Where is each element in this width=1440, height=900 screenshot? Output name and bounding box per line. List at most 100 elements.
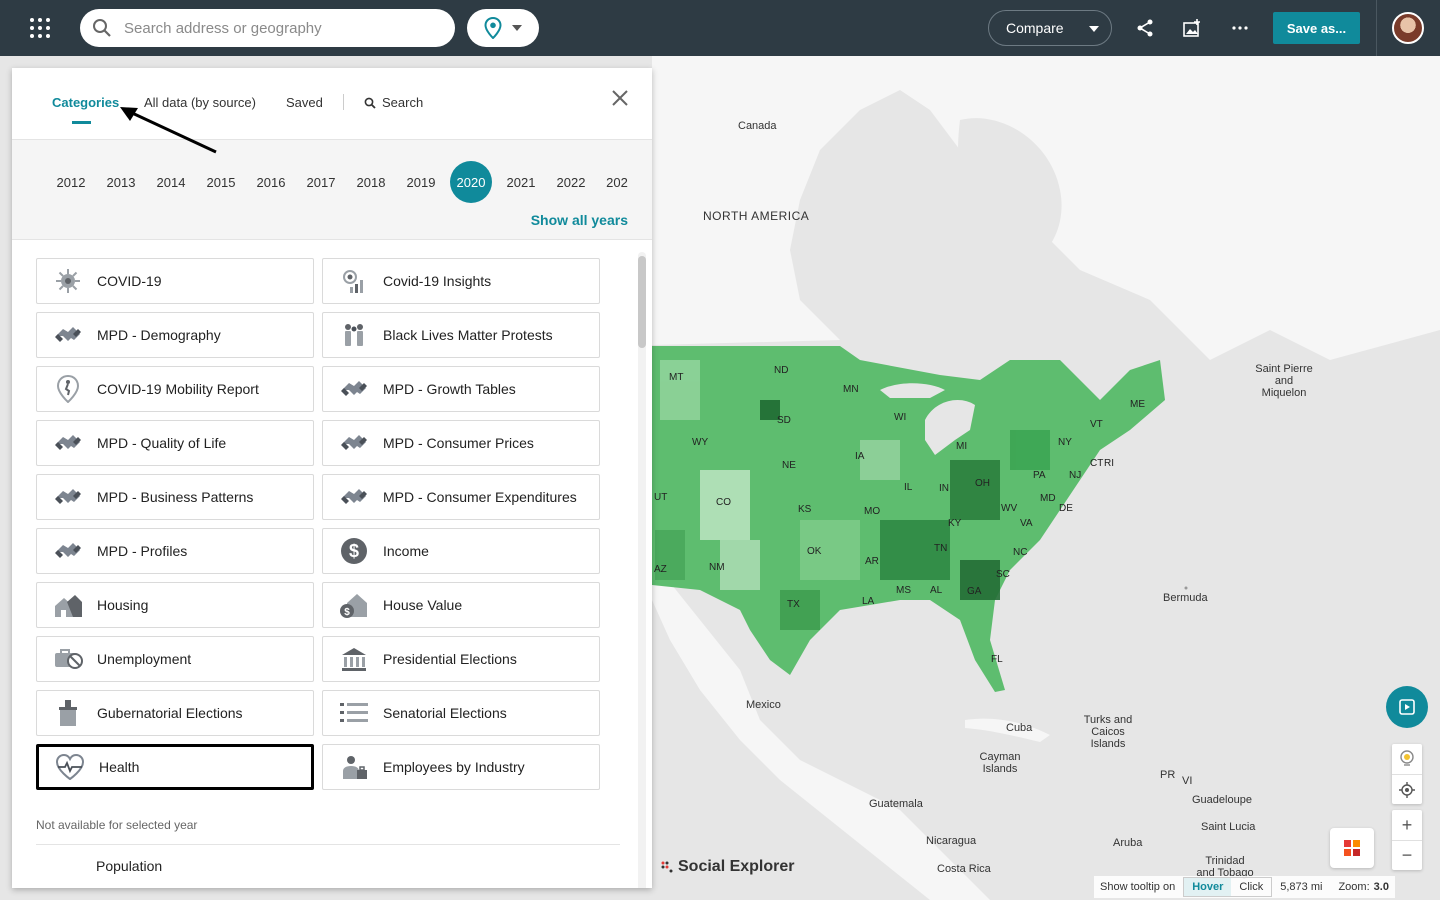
category-label: MPD - Growth Tables bbox=[383, 381, 516, 397]
category-label: MPD - Consumer Expenditures bbox=[383, 489, 577, 505]
year-option[interactable]: 2014 bbox=[150, 161, 192, 203]
zoom-in-icon[interactable]: + bbox=[1392, 810, 1422, 840]
presentation-button[interactable] bbox=[1386, 686, 1428, 728]
handshake-icon bbox=[53, 536, 83, 566]
category-label: MPD - Consumer Prices bbox=[383, 435, 534, 451]
click-option[interactable]: Click bbox=[1231, 878, 1271, 896]
search-input[interactable] bbox=[124, 19, 424, 37]
category-card-employees-by-industry[interactable]: Employees by Industry bbox=[322, 744, 600, 790]
category-label: MPD - Profiles bbox=[97, 543, 188, 559]
map-label-guadeloupe: Guadeloupe bbox=[1192, 794, 1252, 806]
map-label-turks-caicos: Turks and Caicos Islands bbox=[1083, 714, 1133, 750]
category-card-presidential-elections[interactable]: Presidential Elections bbox=[322, 636, 600, 682]
mobility-pin-icon bbox=[53, 374, 83, 404]
close-icon[interactable] bbox=[610, 88, 630, 108]
category-card-black-lives-matter-protests[interactable]: Black Lives Matter Protests bbox=[322, 312, 600, 358]
save-as-button[interactable]: Save as... bbox=[1273, 12, 1360, 44]
category-label: Senatorial Elections bbox=[383, 705, 507, 721]
category-card-mpd-demography[interactable]: MPD - Demography bbox=[36, 312, 314, 358]
legend-button[interactable] bbox=[1330, 828, 1374, 868]
category-label: House Value bbox=[383, 597, 463, 613]
category-card-covid-19[interactable]: COVID-19 bbox=[36, 258, 314, 304]
brand-text: Social Explorer bbox=[678, 858, 795, 875]
map-label-cayman: Cayman Islands bbox=[979, 751, 1021, 775]
search-box[interactable] bbox=[80, 9, 455, 47]
scrollbar-thumb[interactable] bbox=[638, 256, 646, 348]
map-label-vi: VI bbox=[1182, 775, 1193, 787]
zoom-out-icon[interactable]: − bbox=[1392, 840, 1422, 870]
category-label: MPD - Quality of Life bbox=[97, 435, 227, 451]
category-card-health[interactable]: Health bbox=[36, 744, 314, 790]
chevron-down-icon bbox=[512, 25, 522, 31]
tab-saved[interactable]: Saved bbox=[286, 95, 323, 110]
state-label: CO bbox=[716, 497, 731, 508]
category-card-covid-19-insights[interactable]: Covid-19 Insights bbox=[322, 258, 600, 304]
year-option[interactable]: 2018 bbox=[350, 161, 392, 203]
year-option[interactable]: 2016 bbox=[250, 161, 292, 203]
category-label: Employees by Industry bbox=[383, 759, 525, 775]
category-card-housing[interactable]: Housing bbox=[36, 582, 314, 628]
category-label: Black Lives Matter Protests bbox=[383, 327, 553, 343]
state-label: MN bbox=[843, 384, 859, 395]
apps-grid-icon[interactable] bbox=[26, 14, 54, 42]
handshake-icon bbox=[53, 482, 83, 512]
more-options-icon[interactable] bbox=[1228, 16, 1252, 40]
category-card-mpd-consumer-expenditures[interactable]: MPD - Consumer Expenditures bbox=[322, 474, 600, 520]
category-card-gubernatorial-elections[interactable]: Gubernatorial Elections bbox=[36, 690, 314, 736]
state-label: MO bbox=[864, 506, 881, 517]
map-label-canada: Canada bbox=[738, 120, 777, 132]
unavailable-category-population: Population bbox=[96, 858, 163, 874]
tab-separator bbox=[343, 94, 344, 110]
year-option[interactable]: 2019 bbox=[400, 161, 442, 203]
location-dropdown-button[interactable] bbox=[467, 9, 539, 47]
lightbulb-pin-icon[interactable] bbox=[1392, 744, 1422, 774]
category-card-senatorial-elections[interactable]: Senatorial Elections bbox=[322, 690, 600, 736]
user-avatar[interactable] bbox=[1392, 12, 1424, 44]
state-label: AZ bbox=[654, 564, 667, 575]
year-option[interactable]: 202 bbox=[596, 161, 638, 203]
compare-button[interactable]: Compare bbox=[988, 10, 1112, 46]
year-option[interactable]: 2021 bbox=[500, 161, 542, 203]
worker-icon bbox=[339, 752, 369, 782]
category-card-income[interactable]: $ Income bbox=[322, 528, 600, 574]
state-label: MS bbox=[896, 585, 911, 596]
hover-option[interactable]: Hover bbox=[1184, 878, 1232, 896]
handshake-icon bbox=[339, 374, 369, 404]
state-label: WY bbox=[692, 437, 709, 448]
house-value-icon: $ bbox=[339, 590, 369, 620]
category-card-mpd-profiles[interactable]: MPD - Profiles bbox=[36, 528, 314, 574]
category-card-unemployment[interactable]: Unemployment bbox=[36, 636, 314, 682]
year-option-selected[interactable]: 2020 bbox=[450, 161, 492, 203]
category-label: Housing bbox=[97, 597, 149, 613]
search-icon bbox=[364, 97, 376, 109]
map-label-bermuda: Bermuda bbox=[1163, 592, 1208, 604]
map-label-nicaragua: Nicaragua bbox=[926, 835, 977, 847]
year-option[interactable]: 2017 bbox=[300, 161, 342, 203]
location-pin-icon bbox=[484, 17, 502, 39]
tab-categories[interactable]: Categories bbox=[52, 95, 119, 110]
year-option[interactable]: 2013 bbox=[100, 161, 142, 203]
svg-text:$: $ bbox=[349, 541, 359, 561]
state-label: AR bbox=[865, 556, 879, 567]
category-card-mpd-quality-of-life[interactable]: MPD - Quality of Life bbox=[36, 420, 314, 466]
state-label: MD bbox=[1040, 493, 1056, 504]
category-card-covid-19-mobility-report[interactable]: COVID-19 Mobility Report bbox=[36, 366, 314, 412]
category-card-mpd-business-patterns[interactable]: MPD - Business Patterns bbox=[36, 474, 314, 520]
year-option[interactable]: 2012 bbox=[50, 161, 92, 203]
toolbar-divider bbox=[1376, 0, 1377, 56]
category-card-house-value[interactable]: $ House Value bbox=[322, 582, 600, 628]
show-all-years-link[interactable]: Show all years bbox=[531, 212, 628, 228]
panel-scrollbar[interactable] bbox=[638, 252, 646, 888]
state-label: MI bbox=[956, 441, 968, 452]
not-available-heading: Not available for selected year bbox=[36, 818, 198, 832]
state-label: SD bbox=[777, 415, 791, 426]
my-location-icon[interactable] bbox=[1392, 774, 1422, 804]
export-image-icon[interactable] bbox=[1180, 16, 1204, 40]
tooltip-label: Show tooltip on bbox=[1100, 881, 1176, 893]
year-option[interactable]: 2022 bbox=[550, 161, 592, 203]
year-option[interactable]: 2015 bbox=[200, 161, 242, 203]
category-card-mpd-consumer-prices[interactable]: MPD - Consumer Prices bbox=[322, 420, 600, 466]
tab-search[interactable]: Search bbox=[364, 95, 423, 110]
share-icon[interactable] bbox=[1133, 16, 1157, 40]
category-card-mpd-growth-tables[interactable]: MPD - Growth Tables bbox=[322, 366, 600, 412]
